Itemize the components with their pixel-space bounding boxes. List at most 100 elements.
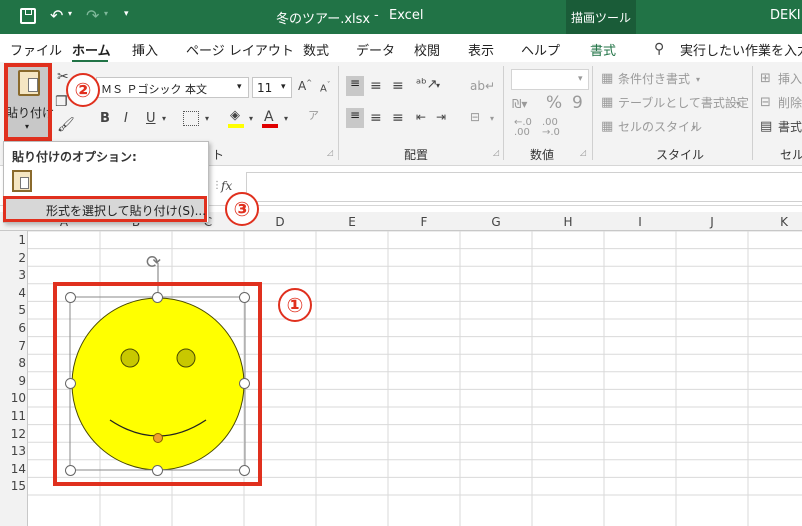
cell-styles-icon[interactable]: ▦ <box>601 120 613 133</box>
row-header-5[interactable]: 5 <box>0 303 26 317</box>
decrease-indent-icon[interactable]: ⇤ <box>416 111 426 123</box>
row-header-12[interactable]: 12 <box>0 427 26 441</box>
row-header-7[interactable]: 7 <box>0 339 26 353</box>
conditional-format-button[interactable]: 条件付き書式 <box>618 73 690 85</box>
underline-button[interactable]: U <box>146 112 156 125</box>
row-header-3[interactable]: 3 <box>0 268 26 282</box>
fill-color-icon[interactable]: ◈ <box>230 109 240 122</box>
tab-home[interactable]: ホーム <box>72 40 111 59</box>
customize-qat-icon[interactable]: ▾ <box>124 9 129 19</box>
orientation-icon[interactable]: ᵃᵇ↗ <box>416 78 438 91</box>
row-header-1[interactable]: 1 <box>0 233 26 247</box>
comma-button[interactable]: 9 <box>572 95 583 112</box>
align-top-icon[interactable]: ≡ <box>346 76 364 96</box>
percent-button[interactable]: % <box>546 95 562 112</box>
insert-cells-button[interactable]: 挿入 <box>778 73 802 85</box>
grow-font-icon[interactable]: A^ <box>298 80 312 93</box>
tab-page-layout[interactable]: ページ レイアウト <box>186 40 294 59</box>
alignment-dialog-launcher-icon[interactable]: ◿ <box>493 149 499 157</box>
tab-formulas[interactable]: 数式 <box>303 40 329 59</box>
underline-dropdown-icon[interactable]: ▾ <box>162 115 166 123</box>
row-header-13[interactable]: 13 <box>0 444 26 458</box>
row-header-4[interactable]: 4 <box>0 286 26 300</box>
merge-dropdown-icon[interactable]: ▾ <box>490 115 494 123</box>
delete-cells-icon[interactable]: ⊟ <box>760 96 771 109</box>
cell-styles-dropdown-icon[interactable]: ▾ <box>692 124 696 132</box>
increase-indent-icon[interactable]: ⇥ <box>436 111 446 123</box>
align-left-icon[interactable]: ≡ <box>346 108 364 128</box>
font-color-dropdown-icon[interactable]: ▾ <box>284 115 288 123</box>
tab-help[interactable]: ヘルプ <box>521 40 560 59</box>
column-header-i[interactable]: I <box>604 215 676 229</box>
rotate-handle-icon[interactable]: ⟳ <box>146 252 161 273</box>
format-cells-icon[interactable]: ▤ <box>760 120 772 133</box>
column-header-f[interactable]: F <box>388 215 460 229</box>
italic-button[interactable]: I <box>124 112 128 125</box>
number-dialog-launcher-icon[interactable]: ◿ <box>580 149 586 157</box>
number-format-dropdown[interactable]: ▾ <box>511 69 589 90</box>
bold-button[interactable]: B <box>100 112 110 125</box>
formula-input[interactable] <box>246 172 802 202</box>
merge-center-icon[interactable]: ⊟ <box>470 111 480 123</box>
format-painter-icon[interactable]: 🖌 <box>57 118 75 132</box>
user-name[interactable]: DEKI <box>770 8 801 23</box>
border-icon[interactable] <box>183 111 199 126</box>
tab-file[interactable]: ファイル <box>10 40 62 59</box>
orientation-dropdown-icon[interactable]: ▾ <box>436 82 440 90</box>
format-as-table-button[interactable]: テーブルとして書式設定 <box>618 97 749 109</box>
column-header-e[interactable]: E <box>316 215 388 229</box>
delete-cells-button[interactable]: 削除 <box>778 97 802 109</box>
accounting-format-icon[interactable]: ₪▾ <box>512 98 527 110</box>
shrink-font-icon[interactable]: Aˇ <box>320 82 330 94</box>
tab-format[interactable]: 書式 <box>590 40 616 59</box>
row-header-6[interactable]: 6 <box>0 321 26 335</box>
conditional-format-icon[interactable]: ▦ <box>601 72 613 85</box>
copy-icon[interactable]: ❐ <box>55 95 68 109</box>
row-header-10[interactable]: 10 <box>0 391 26 405</box>
column-header-h[interactable]: H <box>532 215 604 229</box>
redo-dropdown-icon[interactable]: ▾ <box>104 9 108 18</box>
save-icon[interactable] <box>20 8 36 24</box>
row-header-15[interactable]: 15 <box>0 479 26 493</box>
insert-function-button[interactable]: fx <box>221 180 232 192</box>
tell-me-box[interactable]: 実行したい作業を入力し <box>680 40 802 59</box>
conditional-format-dropdown-icon[interactable]: ▾ <box>696 76 700 84</box>
cell-styles-button[interactable]: セルのスタイル <box>618 121 702 133</box>
font-color-button[interactable]: A <box>264 110 274 124</box>
format-cells-button[interactable]: 書式 <box>778 121 802 133</box>
tab-insert[interactable]: 挿入 <box>132 40 158 59</box>
column-header-k[interactable]: K <box>748 215 802 229</box>
paste-option-icon[interactable] <box>12 170 32 192</box>
tab-view[interactable]: 表示 <box>468 40 494 59</box>
row-header-11[interactable]: 11 <box>0 409 26 423</box>
row-header-8[interactable]: 8 <box>0 356 26 370</box>
paste-special-item[interactable]: 形式を選択して貼り付け(S)... <box>3 196 207 222</box>
font-name-dropdown[interactable]: ＭＳ Ｐゴシック 本文 ▾ <box>96 77 249 98</box>
align-middle-icon[interactable]: ≡ <box>370 79 382 93</box>
font-size-dropdown[interactable]: 11 ▾ <box>252 77 292 98</box>
column-header-g[interactable]: G <box>460 215 532 229</box>
row-header-2[interactable]: 2 <box>0 251 26 265</box>
row-header-14[interactable]: 14 <box>0 462 26 476</box>
column-header-j[interactable]: J <box>676 215 748 229</box>
align-bottom-icon[interactable]: ≡ <box>392 79 404 93</box>
increase-decimal-icon[interactable]: ←.0.00 <box>514 118 532 138</box>
decrease-decimal-icon[interactable]: .00 →.0 <box>542 118 560 138</box>
insert-cells-icon[interactable]: ⊞ <box>760 72 771 85</box>
row-header-9[interactable]: 9 <box>0 374 26 388</box>
wrap-text-icon[interactable]: ab↵ <box>470 80 495 92</box>
undo-dropdown-icon[interactable]: ▾ <box>68 9 72 18</box>
format-as-table-dropdown-icon[interactable]: ▾ <box>736 100 740 108</box>
undo-icon[interactable]: ↶ <box>50 6 63 25</box>
font-dialog-launcher-icon[interactable]: ◿ <box>327 149 333 157</box>
fill-color-dropdown-icon[interactable]: ▾ <box>249 115 253 123</box>
redo-icon[interactable]: ↷ <box>86 6 99 25</box>
format-as-table-icon[interactable]: ▦ <box>601 96 613 109</box>
tab-review[interactable]: 校閲 <box>414 40 440 59</box>
phonetic-icon[interactable]: ア <box>308 110 319 121</box>
tab-data[interactable]: データ <box>356 40 395 59</box>
align-right-icon[interactable]: ≡ <box>392 111 404 125</box>
search-icon[interactable]: ⚲ <box>654 42 664 56</box>
border-dropdown-icon[interactable]: ▾ <box>205 115 209 123</box>
align-center-icon[interactable]: ≡ <box>370 111 382 125</box>
